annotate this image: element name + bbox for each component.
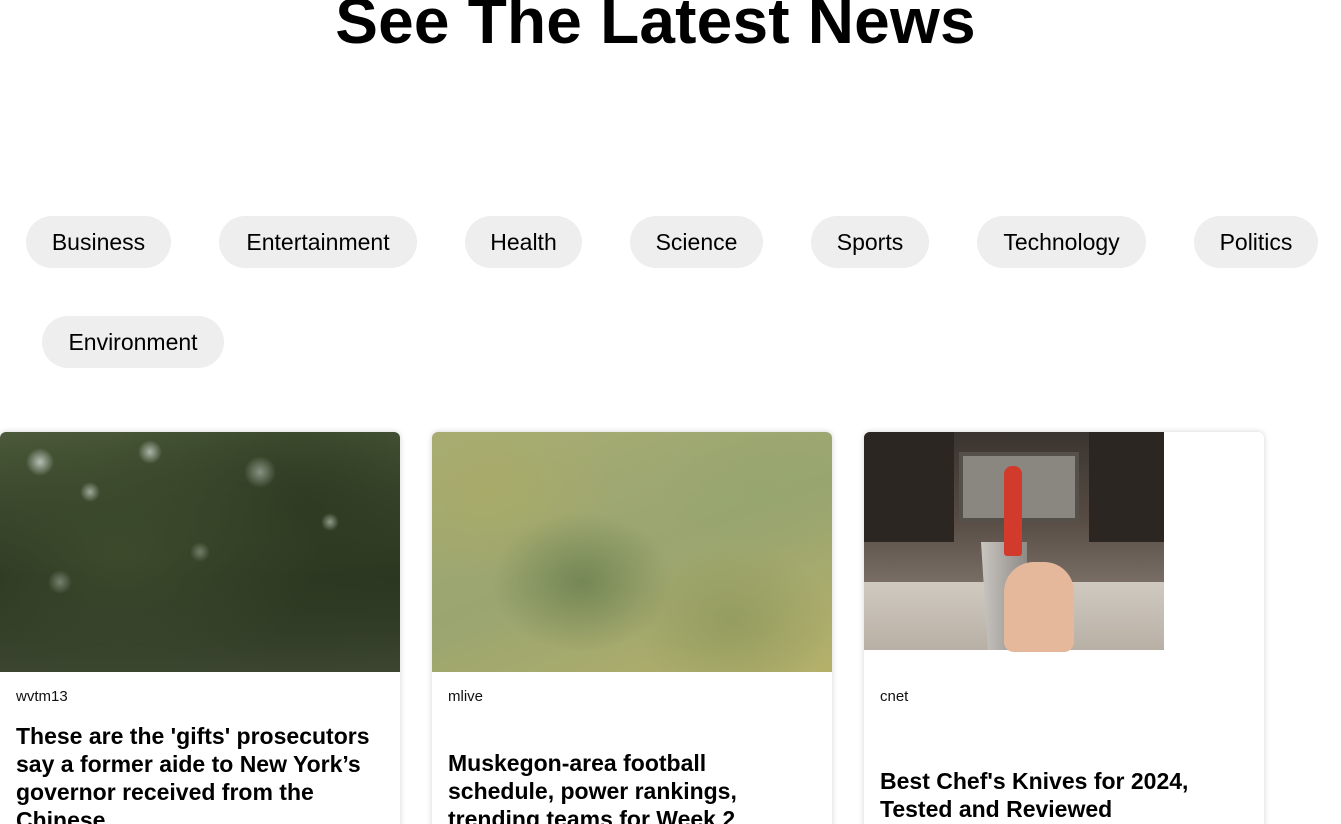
news-card[interactable]: wvtm13 These are the 'gifts' prosecutors… — [0, 432, 400, 824]
article-source: wvtm13 — [16, 688, 68, 705]
category-sports[interactable]: Sports — [811, 216, 929, 268]
article-headline[interactable]: These are the 'gifts' prosecutors say a … — [16, 722, 376, 824]
news-page: See The Latest News Business Entertainme… — [0, 0, 1341, 824]
article-image — [864, 432, 1164, 652]
category-science[interactable]: Science — [630, 216, 763, 268]
category-technology[interactable]: Technology — [977, 216, 1146, 268]
article-source: mlive — [448, 688, 484, 705]
article-headline[interactable]: Muskegon-area football schedule, power r… — [448, 749, 808, 824]
article-headline[interactable]: Best Chef's Knives for 2024, Tested and … — [880, 767, 1240, 823]
category-environment[interactable]: Environment — [42, 316, 224, 368]
category-health[interactable]: Health — [465, 216, 582, 268]
article-image — [0, 432, 400, 672]
category-politics[interactable]: Politics — [1194, 216, 1318, 268]
article-image — [432, 432, 832, 672]
article-source: cnet — [880, 688, 909, 705]
news-card[interactable]: mlive Muskegon-area football schedule, p… — [432, 432, 832, 824]
category-business[interactable]: Business — [26, 216, 171, 268]
category-bar: Business Entertainment Health Science Sp… — [0, 0, 1341, 400]
news-card[interactable]: cnet Best Chef's Knives for 2024, Tested… — [864, 432, 1264, 824]
category-entertainment[interactable]: Entertainment — [219, 216, 417, 268]
